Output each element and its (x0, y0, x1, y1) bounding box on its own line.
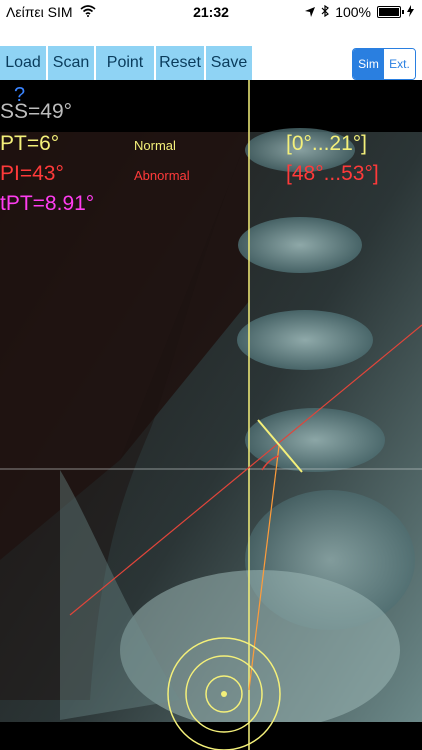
location-icon (305, 4, 316, 20)
mode-segmented-control: Sim Ext. (352, 48, 416, 80)
pelvic-incidence-value: PI=43° (0, 162, 64, 185)
reset-button[interactable]: Reset (156, 46, 204, 80)
pelvic-incidence-status: Abnormal (134, 168, 190, 183)
bluetooth-icon (321, 4, 330, 20)
point-button[interactable]: Point (96, 46, 154, 80)
mode-ext-option[interactable]: Ext. (384, 49, 415, 79)
status-bar: Λείπει SIM 21:32 100% (0, 0, 422, 24)
pelvic-tilt-value: PT=6° (0, 132, 60, 155)
load-button[interactable]: Load (0, 46, 46, 80)
scan-button[interactable]: Scan (48, 46, 94, 80)
charging-icon (407, 4, 414, 20)
mode-sim-option[interactable]: Sim (353, 49, 384, 79)
battery-icon (377, 6, 404, 18)
battery-percent: 100% (335, 4, 371, 20)
save-button[interactable]: Save (206, 46, 252, 80)
tpt-value: tPT=8.91° (0, 192, 95, 215)
toolbar: Load Scan Point Reset Save Sim Ext. (0, 24, 422, 80)
pelvic-tilt-status: Normal (134, 138, 176, 153)
pelvic-incidence-range: [48°...53°] (286, 162, 379, 185)
sacral-slope-value: SS=49° (0, 100, 73, 123)
pelvic-tilt-range: [0°...21°] (286, 132, 368, 155)
